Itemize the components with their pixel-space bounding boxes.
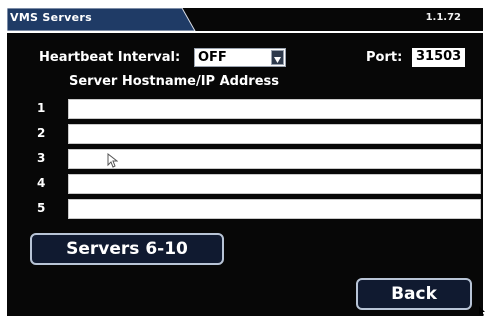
row-number: 3 — [37, 151, 46, 165]
server-3-hostname-field[interactable] — [68, 149, 481, 169]
version-label: 1.1.72 — [425, 12, 461, 23]
back-button[interactable]: Back — [356, 278, 472, 310]
server-5-hostname-field[interactable] — [68, 199, 481, 219]
server-4-hostname-field[interactable] — [68, 174, 481, 194]
heartbeat-interval-label: Heartbeat Interval: — [39, 50, 181, 65]
heartbeat-interval-value: OFF — [198, 50, 227, 65]
screen-title: VMS Servers — [10, 11, 92, 24]
mouse-cursor-icon — [107, 153, 118, 168]
heartbeat-interval-dropdown[interactable]: OFF — [194, 48, 286, 67]
server-2-hostname-field[interactable] — [68, 124, 481, 144]
port-field[interactable]: 31503 — [412, 48, 465, 67]
row-number: 1 — [37, 101, 46, 115]
row-number: 5 — [37, 201, 46, 215]
server-hostname-column-header: Server Hostname/IP Address — [69, 74, 279, 89]
servers-6-10-button[interactable]: Servers 6-10 — [30, 233, 224, 265]
resize-cursor-icon — [479, 306, 485, 316]
server-1-hostname-field[interactable] — [68, 99, 481, 119]
vms-servers-screen: VMS Servers 1.1.72 Heartbeat Interval: O… — [7, 8, 483, 316]
header-divider — [7, 31, 483, 33]
port-value: 31503 — [416, 49, 462, 64]
row-number: 4 — [37, 176, 46, 190]
chevron-down-icon[interactable] — [271, 50, 284, 65]
row-number: 2 — [37, 126, 46, 140]
port-label: Port: — [366, 50, 403, 65]
